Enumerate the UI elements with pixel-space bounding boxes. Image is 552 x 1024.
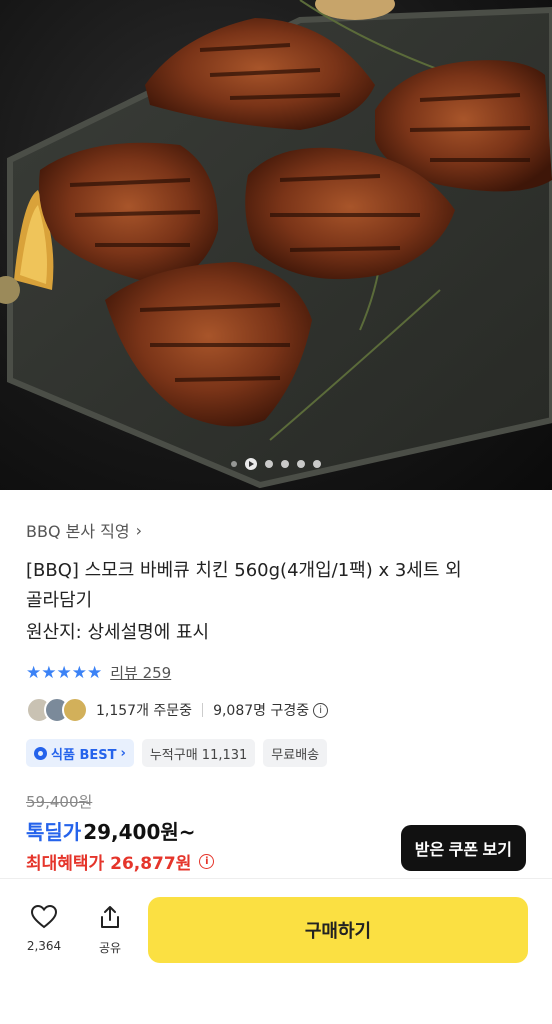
origin-text: 원산지: 상세설명에 표시 bbox=[26, 622, 210, 643]
free-shipping-badge: 무료배송 bbox=[263, 739, 328, 767]
tag-row: 식품 BEST › 누적구매 11,131 무료배송 bbox=[26, 739, 526, 767]
chevron-right-icon: › bbox=[120, 745, 126, 761]
carousel-dot[interactable] bbox=[281, 460, 289, 468]
deal-price-amount: 29,400원~ bbox=[83, 820, 196, 844]
carousel-indicator[interactable] bbox=[0, 458, 552, 470]
product-title: [BBQ] 스모크 바베큐 치킨 560g(4개입/1팩) x 3세트 외 골라… bbox=[26, 556, 526, 616]
original-price: 59,400원 bbox=[26, 793, 93, 811]
avatar bbox=[62, 697, 88, 723]
carousel-dot[interactable] bbox=[265, 460, 273, 468]
heart-icon bbox=[31, 905, 57, 929]
like-count: 2,364 bbox=[26, 939, 62, 953]
badge-icon bbox=[34, 746, 47, 760]
product-title-line2: 골라담기 bbox=[26, 590, 93, 611]
max-benefit-text: 최대혜택가 26,877원 bbox=[26, 854, 192, 874]
viewers-count: 9,087명 구경중 bbox=[213, 703, 310, 719]
product-info: BBQ 본사 직영 › [BBQ] 스모크 바베큐 치킨 560g(4개입/1팩… bbox=[0, 518, 552, 874]
share-label: 공유 bbox=[98, 941, 122, 955]
review-link[interactable]: 리뷰 259 bbox=[110, 662, 171, 683]
play-icon[interactable] bbox=[245, 458, 257, 470]
product-title-line1: [BBQ] 스모크 바베큐 치킨 560g(4개입/1팩) x 3세트 외 bbox=[26, 560, 462, 581]
bottom-action-bar: 2,364 공유 구매하기 bbox=[0, 878, 552, 1024]
chevron-right-icon: › bbox=[135, 520, 143, 540]
share-button[interactable]: 공유 bbox=[90, 905, 130, 956]
buy-button[interactable]: 구매하기 bbox=[148, 897, 528, 963]
info-icon[interactable]: i bbox=[199, 854, 215, 869]
best-badge-label: 식품 BEST bbox=[51, 747, 117, 763]
divider bbox=[202, 703, 204, 717]
info-icon[interactable]: i bbox=[313, 702, 329, 718]
orders-count: 1,157개 주문중 bbox=[96, 703, 193, 719]
social-proof-row: 1,157개 주문중 9,087명 구경중 i bbox=[26, 697, 526, 723]
chicken-photo bbox=[0, 0, 552, 489]
brand-name: BBQ 본사 직영 bbox=[26, 522, 130, 541]
carousel-dot[interactable] bbox=[297, 460, 305, 468]
buyer-avatars bbox=[26, 697, 88, 723]
share-icon bbox=[101, 906, 119, 928]
view-coupons-button[interactable]: 받은 쿠폰 보기 bbox=[400, 825, 526, 871]
cumulative-purchase-badge: 누적구매 11,131 bbox=[141, 739, 256, 767]
best-badge[interactable]: 식품 BEST › bbox=[26, 739, 134, 767]
brand-link[interactable]: BBQ 본사 직영 › bbox=[26, 518, 526, 542]
like-button[interactable]: 2,364 bbox=[24, 905, 64, 953]
price-block: 59,400원 톡딜가 29,400원~ 최대혜택가 26,877원 i 받은 … bbox=[26, 791, 526, 874]
star-rating-icon: ★★★★★ bbox=[26, 662, 103, 683]
deal-price-label: 톡딜가 bbox=[26, 820, 82, 844]
rating-row[interactable]: ★★★★★ 리뷰 259 bbox=[26, 662, 526, 683]
product-image[interactable] bbox=[0, 0, 552, 490]
carousel-dot[interactable] bbox=[313, 460, 321, 468]
carousel-dot[interactable] bbox=[231, 461, 237, 467]
